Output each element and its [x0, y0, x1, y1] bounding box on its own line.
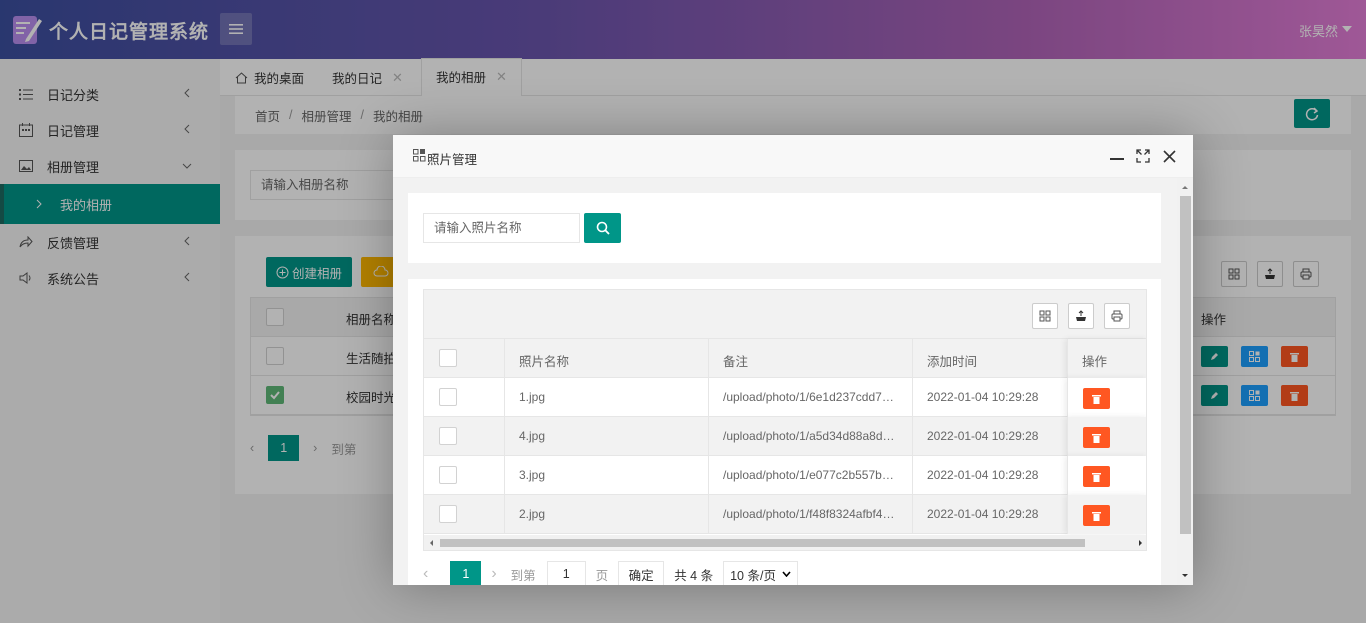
total-count: 共 4 条 [674, 568, 714, 583]
scroll-up-icon[interactable] [1177, 180, 1193, 194]
scroll-right-icon[interactable] [1132, 535, 1147, 551]
scroll-down-icon[interactable] [1177, 569, 1193, 583]
table-row: 3.jpg /upload/photo/1/e077c2b557b… 2022-… [424, 456, 1146, 495]
goto-page-input[interactable] [546, 561, 586, 585]
search-icon [596, 221, 610, 235]
confirm-goto-button[interactable]: 确定 [618, 561, 665, 585]
scroll-left-icon[interactable] [424, 535, 440, 551]
row-checkbox[interactable] [439, 427, 457, 445]
row-checkbox[interactable] [439, 505, 457, 523]
table-row: 4.jpg /upload/photo/1/a5d34d88a8d… 2022-… [424, 417, 1146, 456]
goto-label: 到第 [510, 568, 536, 583]
photo-manage-dialog: 照片管理 请输入照片名称 照片名称 备注 添加时间 操作 1.jpg /uplo… [393, 135, 1193, 585]
grid-icon [413, 149, 426, 162]
close-dialog-button[interactable] [1161, 148, 1177, 164]
photo-table: 照片名称 备注 添加时间 操作 1.jpg /upload/photo/1/6e… [423, 289, 1147, 551]
vertical-scrollbar[interactable] [1177, 178, 1193, 585]
delete-button[interactable] [1083, 388, 1110, 409]
export-icon [1076, 310, 1086, 321]
prev-page-icon[interactable]: ‹ [423, 565, 428, 583]
minimize-icon [1110, 158, 1124, 160]
photo-search-input[interactable]: 请输入照片名称 [423, 213, 580, 243]
maximize-button[interactable] [1135, 148, 1151, 164]
photo-table-card: 照片名称 备注 添加时间 操作 1.jpg /upload/photo/1/6e… [408, 279, 1161, 585]
table-toolbar [424, 290, 1146, 339]
table-row: 1.jpg /upload/photo/1/6e1d237cdd7… 2022-… [424, 378, 1146, 417]
row-checkbox[interactable] [439, 466, 457, 484]
delete-button[interactable] [1083, 427, 1110, 448]
trash-icon [1092, 472, 1101, 482]
minimize-button[interactable] [1109, 148, 1125, 164]
columns-filter-button[interactable] [1032, 303, 1058, 329]
page-size-select[interactable]: 10 条/页 [723, 561, 799, 585]
trash-icon [1092, 394, 1101, 404]
table-header-row: 照片名称 备注 添加时间 操作 [424, 339, 1146, 378]
print-icon [1111, 310, 1123, 322]
dialog-title: 照片管理 [427, 153, 478, 167]
table-row: 2.jpg /upload/photo/1/f48f8324afbf4… 202… [424, 495, 1146, 534]
photo-search-card: 请输入照片名称 [408, 193, 1161, 263]
horizontal-scrollbar[interactable] [424, 535, 1147, 551]
select-all-checkbox[interactable] [439, 349, 457, 367]
trash-icon [1092, 433, 1101, 443]
trash-icon [1092, 511, 1101, 521]
print-button[interactable] [1104, 303, 1130, 329]
current-page[interactable]: 1 [450, 561, 482, 585]
export-button[interactable] [1068, 303, 1094, 329]
page-unit-label: 页 [595, 568, 609, 583]
grid-icon [1039, 310, 1051, 322]
row-checkbox[interactable] [439, 388, 457, 406]
next-page-icon[interactable]: › [491, 565, 496, 583]
search-button[interactable] [584, 213, 621, 243]
delete-button[interactable] [1083, 505, 1110, 526]
delete-button[interactable] [1083, 466, 1110, 487]
chevron-down-icon [782, 571, 791, 577]
close-icon [1162, 149, 1176, 163]
maximize-icon [1136, 149, 1150, 163]
photo-pagination: ‹ 1 › 到第 页 确定 共 4 条 10 条/页 [423, 560, 799, 585]
dialog-header: 照片管理 [393, 135, 1193, 178]
dialog-body: 请输入照片名称 照片名称 备注 添加时间 操作 1.jpg /upload/ph… [393, 178, 1193, 585]
